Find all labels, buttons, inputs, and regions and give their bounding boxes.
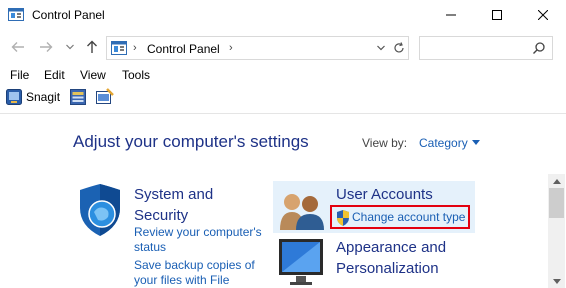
user-accounts-title[interactable]: User Accounts [336, 186, 433, 203]
back-button[interactable] [10, 39, 26, 55]
close-button[interactable] [520, 0, 566, 30]
snagit-icon [6, 89, 22, 105]
breadcrumb-control-panel[interactable]: Control Panel [147, 42, 220, 56]
capture-window-icon[interactable] [70, 89, 86, 105]
uac-shield-icon [337, 210, 349, 226]
control-panel-icon [8, 8, 24, 21]
user-accounts-icon[interactable] [278, 190, 326, 230]
navigation-bar: › Control Panel › [0, 30, 566, 64]
security-shield-icon[interactable] [74, 184, 124, 236]
refresh-icon [394, 42, 404, 53]
address-dropdown-button[interactable] [374, 40, 388, 56]
maximize-button[interactable] [474, 0, 520, 30]
page-title: Adjust your computer's settings [73, 132, 309, 151]
close-icon [538, 10, 548, 20]
control-panel-icon [111, 41, 127, 55]
snagit-editor-icon[interactable] [96, 88, 114, 105]
breadcrumb-chevron[interactable]: › [229, 42, 233, 54]
scroll-down-button[interactable] [548, 274, 565, 288]
window-title: Control Panel [32, 8, 105, 22]
chevron-down-icon [66, 44, 74, 50]
chevron-down-icon [377, 45, 385, 51]
address-bar[interactable]: › Control Panel › [106, 36, 409, 60]
arrow-left-icon [11, 42, 24, 52]
divider [0, 113, 566, 114]
menu-file[interactable]: File [10, 68, 29, 82]
search-icon[interactable] [532, 41, 546, 55]
caret-down-icon[interactable] [472, 140, 480, 145]
forward-button[interactable] [38, 39, 54, 55]
minimize-button[interactable] [428, 0, 474, 30]
menu-view[interactable]: View [80, 68, 106, 82]
breadcrumb-chevron[interactable]: › [133, 42, 137, 54]
view-by-label: View by: [362, 136, 408, 150]
arrow-up-icon [87, 40, 97, 53]
appearance-title[interactable]: Appearance and Personalization [336, 237, 476, 279]
up-button[interactable] [84, 39, 100, 55]
minimize-icon [446, 14, 456, 16]
refresh-button[interactable] [391, 40, 407, 56]
menu-tools[interactable]: Tools [122, 68, 150, 82]
snagit-button[interactable]: Snagit [6, 88, 60, 106]
vertical-scrollbar[interactable] [548, 174, 565, 288]
recent-locations-button[interactable] [64, 39, 76, 55]
search-input[interactable] [419, 36, 553, 60]
view-by-dropdown[interactable]: Category [419, 136, 468, 150]
monitor-icon[interactable] [278, 238, 328, 288]
scroll-up-button[interactable] [548, 174, 565, 188]
system-security-title[interactable]: System and Security [134, 184, 254, 226]
save-backup-link[interactable]: Save backup copies of your files with Fi… [134, 258, 269, 288]
change-account-type-link[interactable]: Change account type [352, 210, 465, 224]
change-account-type-highlight[interactable]: Change account type [330, 205, 470, 229]
maximize-icon [492, 10, 502, 20]
title-bar: Control Panel [0, 0, 566, 30]
caret-down-icon [552, 278, 561, 284]
scroll-thumb[interactable] [549, 188, 564, 218]
review-status-link[interactable]: Review your computer's status [134, 225, 274, 255]
snagit-label: Snagit [26, 90, 61, 104]
arrow-right-icon [40, 42, 53, 52]
menu-edit[interactable]: Edit [44, 68, 65, 82]
toolbar: Snagit [0, 86, 566, 108]
menu-bar: File Edit View Tools [0, 66, 566, 84]
caret-up-icon [552, 178, 561, 184]
